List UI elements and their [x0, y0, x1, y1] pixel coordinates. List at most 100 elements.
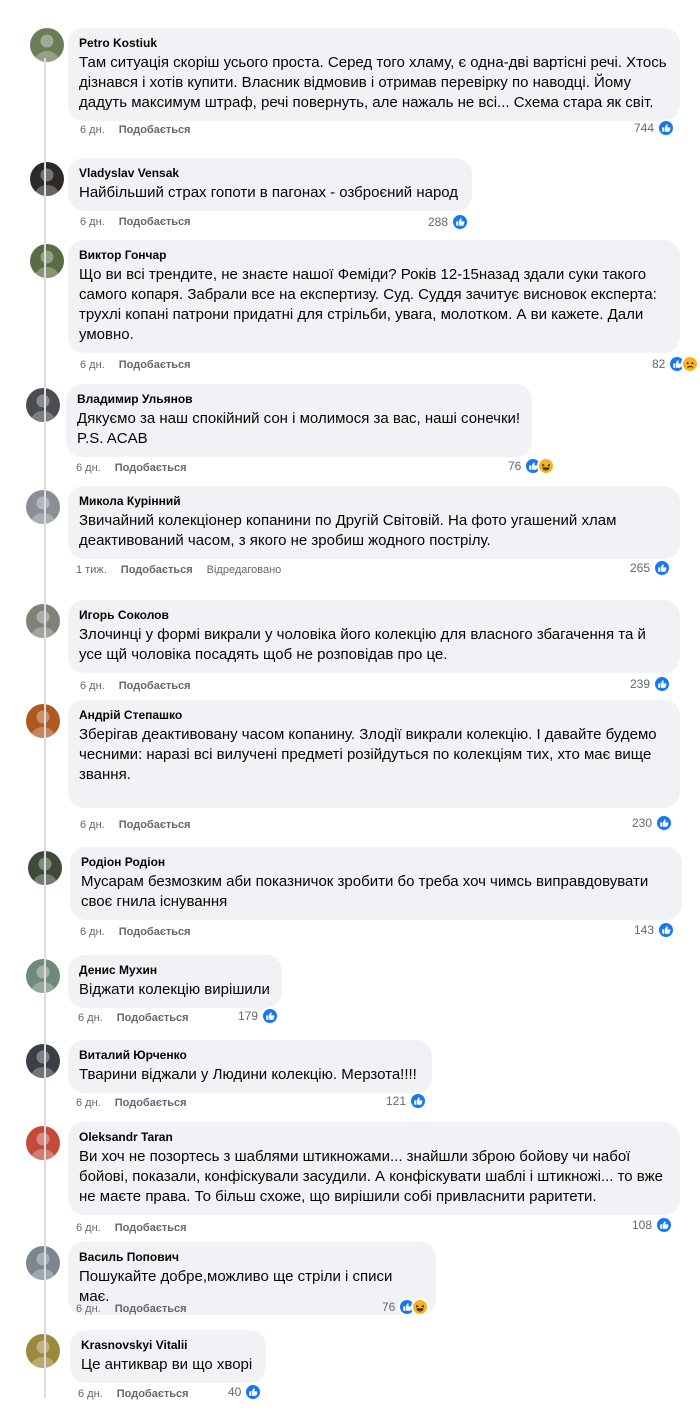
like-button[interactable]: Подобається [115, 1097, 187, 1109]
comment-author[interactable]: Андрій Степашко [79, 707, 669, 723]
comment-timestamp[interactable]: 6 дн. [76, 462, 101, 474]
comment-timestamp[interactable]: 1 тиж. [76, 564, 107, 576]
comment-bubble: Микола Курінний Звичайний колекціонер коп… [68, 486, 680, 559]
comment-timestamp[interactable]: 6 дн. [76, 1097, 101, 1109]
comment-author[interactable]: Виталий Юрченко [79, 1047, 421, 1063]
edited-label[interactable]: Відредаговано [207, 564, 282, 576]
like-button[interactable]: Подобається [115, 1222, 187, 1234]
comment-meta: 6 дн. Подобається [76, 460, 201, 476]
avatar[interactable] [26, 388, 60, 422]
thread-line [44, 58, 46, 1398]
avatar[interactable] [26, 604, 60, 638]
reaction-count: 121 [386, 1094, 407, 1108]
like-button[interactable]: Подобається [115, 462, 187, 474]
reaction-summary[interactable]: 108 [632, 1215, 674, 1235]
comment-author[interactable]: Денис Мухин [79, 962, 271, 978]
haha-icon [411, 1298, 430, 1316]
reaction-count: 108 [632, 1218, 653, 1232]
comment-author[interactable]: Игорь Соколов [79, 607, 669, 623]
like-button[interactable]: Подобається [119, 926, 191, 938]
like-button[interactable]: Подобається [117, 1388, 189, 1400]
like-icon [261, 1007, 280, 1025]
comment-author[interactable]: Krasnovskyi Vitalii [81, 1337, 255, 1353]
like-button[interactable]: Подобається [121, 564, 193, 576]
like-button[interactable]: Подобається [119, 819, 191, 831]
reaction-summary[interactable]: 40 [228, 1382, 263, 1402]
like-button[interactable]: Подобається [119, 216, 191, 228]
comment-bubble: Игорь Соколов Злочинці у формі викрали у … [68, 600, 680, 673]
comment-meta: 6 дн. Подобається [80, 122, 205, 138]
comment-text: Зберігав деактивовану часом копанину. Зл… [79, 726, 657, 783]
like-button[interactable]: Подобається [119, 124, 191, 136]
comment-timestamp[interactable]: 6 дн. [80, 216, 105, 228]
reaction-summary[interactable]: 82 [652, 354, 700, 374]
reaction-summary[interactable]: 76 [508, 456, 556, 476]
comment-text: Злочинці у формі викрали у чоловіка його… [79, 626, 646, 663]
reaction-count: 265 [630, 561, 651, 575]
comment-timestamp[interactable]: 6 дн. [80, 819, 105, 831]
comment-timestamp[interactable]: 6 дн. [80, 680, 105, 692]
reaction-summary[interactable]: 76 [382, 1297, 430, 1317]
avatar[interactable] [26, 1246, 60, 1280]
comment-bubble: Krasnovskyi Vitalii Це антиквар ви що хво… [70, 1330, 266, 1383]
comment-text: Ви хоч не позортесь з шаблями штикножами… [79, 1148, 663, 1205]
avatar[interactable] [26, 490, 60, 524]
reaction-count: 40 [228, 1385, 242, 1399]
like-button[interactable]: Подобається [119, 680, 191, 692]
comment-author[interactable]: Petro Kostiuk [79, 35, 669, 51]
comment-timestamp[interactable]: 6 дн. [78, 1012, 103, 1024]
comment-meta: 6 дн. Подобається [80, 214, 205, 230]
like-icon [655, 1216, 674, 1234]
avatar[interactable] [26, 1126, 60, 1160]
reaction-count: 179 [238, 1009, 259, 1023]
comment-timestamp[interactable]: 6 дн. [76, 1303, 101, 1315]
reaction-count: 239 [630, 677, 651, 691]
comment-text: Мусарам безмозким аби показничок зробити… [81, 873, 649, 910]
comment-bubble: Petro Kostiuk Там ситуація скоріш усього … [68, 28, 680, 121]
comment-timestamp[interactable]: 6 дн. [80, 359, 105, 371]
reaction-summary[interactable]: 265 [630, 558, 672, 578]
comment-meta: 6 дн. Подобається [80, 678, 205, 694]
comment-timestamp[interactable]: 6 дн. [78, 1388, 103, 1400]
like-button[interactable]: Подобається [117, 1012, 189, 1024]
comment-author[interactable]: Vladyslav Vensak [79, 165, 461, 181]
reaction-summary[interactable]: 239 [630, 674, 672, 694]
like-button[interactable]: Подобається [115, 1303, 187, 1315]
comment-bubble: Денис Мухин Віджати колекцію вирішили [68, 955, 282, 1008]
avatar[interactable] [30, 244, 64, 278]
reaction-count: 288 [428, 215, 449, 229]
like-icon [653, 675, 672, 693]
comment-author[interactable]: Oleksandr Taran [79, 1129, 669, 1145]
avatar[interactable] [30, 162, 64, 196]
avatar[interactable] [26, 1334, 60, 1368]
reaction-summary[interactable]: 179 [238, 1006, 280, 1026]
reaction-summary[interactable]: 230 [632, 813, 674, 833]
comment-author[interactable]: Владимир Ульянов [77, 391, 521, 407]
comment-author[interactable]: Виктор Гончар [79, 247, 669, 263]
avatar[interactable] [26, 959, 60, 993]
reaction-count: 76 [508, 459, 522, 473]
comment-text: Дякуємо за наш спокійний сон і молимося … [77, 410, 521, 447]
comment-bubble: Oleksandr Taran Ви хоч не позортесь з шаб… [68, 1122, 680, 1215]
comment-meta: 6 дн. Подобається [76, 1095, 201, 1111]
comment-timestamp[interactable]: 6 дн. [80, 926, 105, 938]
comment-timestamp[interactable]: 6 дн. [80, 124, 105, 136]
avatar[interactable] [26, 1044, 60, 1078]
comment-author[interactable]: Микола Курінний [79, 493, 669, 509]
avatar[interactable] [30, 28, 64, 62]
comment-meta: 1 тиж. Подобається Відредаговано [76, 562, 295, 578]
like-icon [244, 1383, 263, 1401]
reaction-count: 744 [634, 121, 655, 135]
avatar[interactable] [26, 704, 60, 738]
comment-bubble: Владимир Ульянов Дякуємо за наш спокійний… [66, 384, 532, 457]
comment-author[interactable]: Родіон Родіон [81, 854, 671, 870]
comment-timestamp[interactable]: 6 дн. [76, 1222, 101, 1234]
like-icon [657, 119, 676, 137]
reaction-summary[interactable]: 121 [386, 1091, 428, 1111]
comment-meta: 6 дн. Подобається [76, 1220, 201, 1236]
reaction-summary[interactable]: 744 [634, 118, 676, 138]
reaction-summary[interactable]: 143 [634, 920, 676, 940]
comment-author[interactable]: Василь Попович [79, 1249, 425, 1265]
reaction-summary[interactable]: 288 [428, 212, 470, 232]
like-button[interactable]: Подобається [119, 359, 191, 371]
